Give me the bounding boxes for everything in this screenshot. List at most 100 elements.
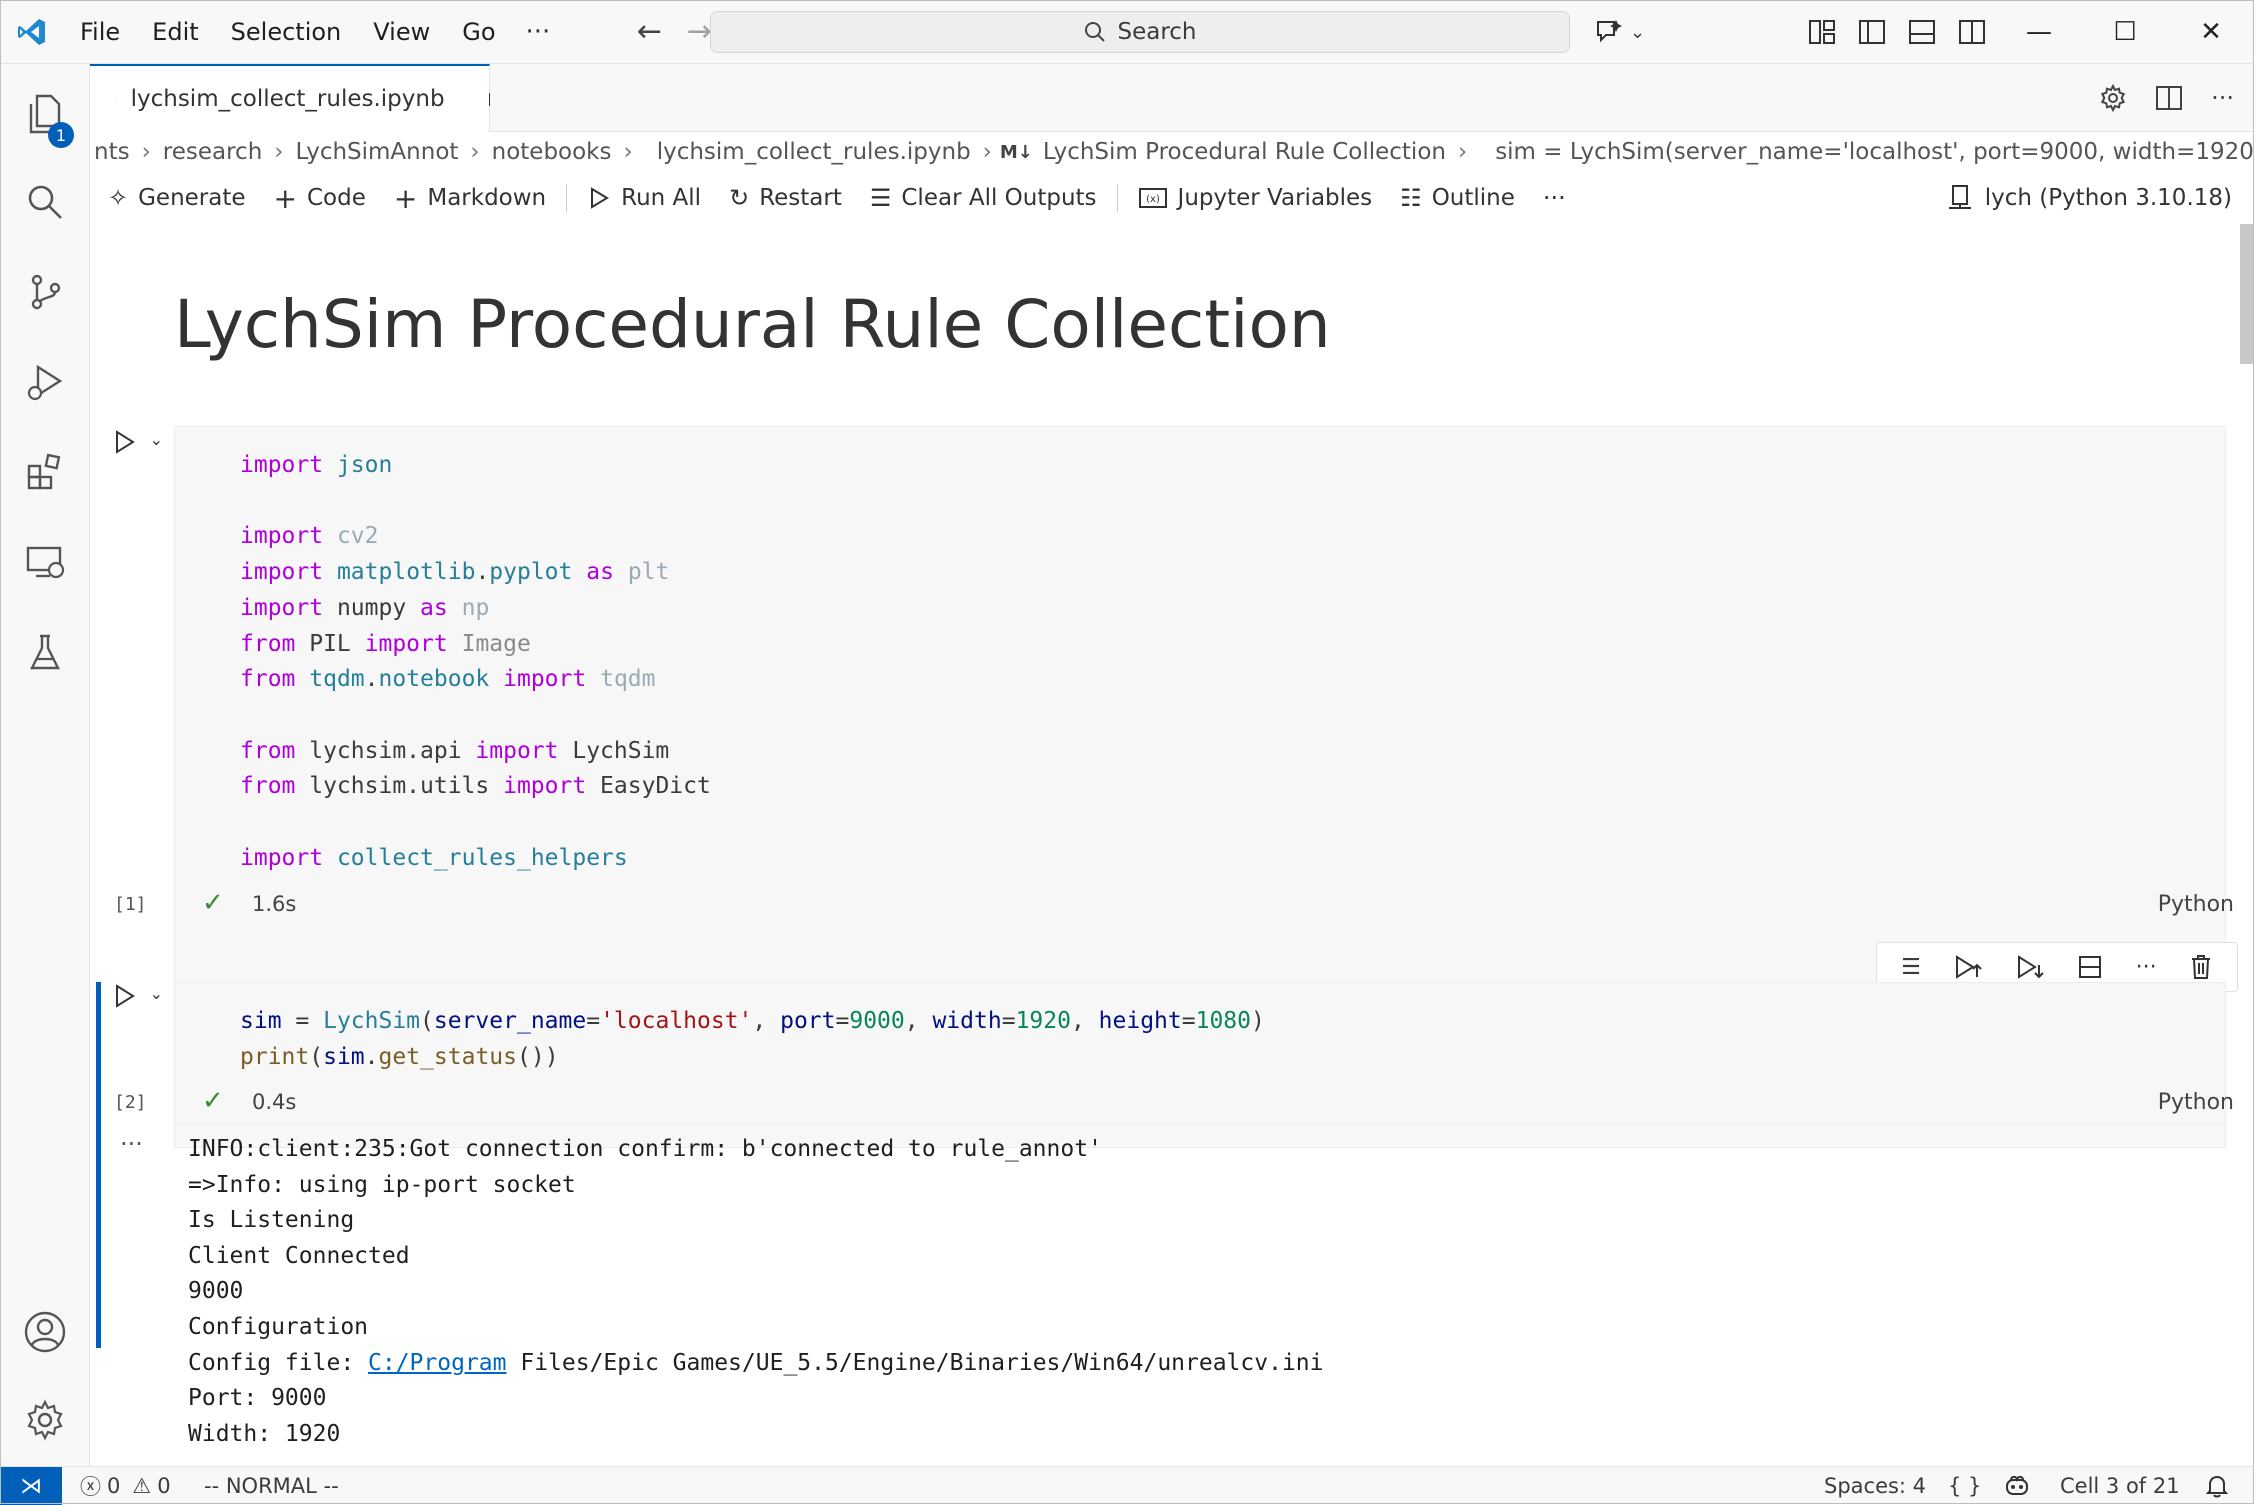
markdown-heading: LychSim Procedural Rule Collection (174, 286, 1331, 363)
config-file-link[interactable]: C:/Program (368, 1350, 506, 1376)
manage-gear-icon[interactable] (0, 1380, 90, 1460)
accounts-icon[interactable] (0, 1292, 90, 1372)
cell-1-source[interactable]: import json import cv2 import matplotlib… (240, 448, 711, 876)
output-line: 9000 (188, 1278, 243, 1304)
success-check-icon: ✓ (202, 1086, 224, 1116)
run-by-line-icon[interactable]: ☰ (1901, 955, 1921, 980)
cell-more-icon[interactable]: ··· (2136, 955, 2157, 980)
add-code-cell-button[interactable]: + Code (260, 182, 380, 215)
run-cell-button[interactable]: ⌄ (114, 430, 163, 460)
menu-file[interactable]: File (64, 0, 136, 64)
delete-cell-icon[interactable] (2189, 953, 2213, 981)
breadcrumb: nts › research › LychSimAnnot › notebook… (90, 132, 2254, 172)
search-view-icon[interactable] (0, 162, 90, 242)
chevron-down-icon[interactable]: ⌄ (150, 984, 163, 1003)
maximize-icon[interactable]: ☐ (2082, 0, 2168, 64)
menu-more-icon[interactable]: ··· (512, 17, 565, 47)
problems-status[interactable]: ⓧ 0 ⚠ 0 (80, 1467, 171, 1505)
split-cell-icon[interactable] (2077, 954, 2103, 980)
play-icon (114, 430, 136, 454)
notifications-bell-icon[interactable] (2206, 1467, 2228, 1505)
cell-language[interactable]: Python (2158, 892, 2234, 917)
breadcrumb-item[interactable]: LychSimAnnot (292, 139, 463, 165)
copilot-status-icon[interactable] (2004, 1467, 2030, 1505)
svg-text:(x): (x) (1146, 194, 1160, 205)
chevron-right-icon: › (462, 139, 487, 165)
chevron-down-icon[interactable]: ⌄ (150, 430, 163, 449)
language-braces[interactable]: { } (1948, 1467, 1981, 1505)
menu-go[interactable]: Go (446, 0, 511, 64)
generate-button[interactable]: ✧ Generate (90, 184, 260, 212)
cell-position[interactable]: Cell 3 of 21 (2060, 1467, 2180, 1505)
chevron-right-icon: › (616, 139, 641, 165)
explorer-icon[interactable]: 1 (0, 74, 90, 154)
add-markdown-cell-button[interactable]: + Markdown (380, 182, 560, 215)
warning-count: 0 (157, 1474, 170, 1498)
run-cell-button[interactable]: ⌄ (114, 984, 163, 1014)
jupyter-variables-button[interactable]: (x) Jupyter Variables (1124, 185, 1387, 211)
extensions-icon[interactable] (0, 432, 90, 512)
vertical-scrollbar[interactable] (2240, 224, 2254, 364)
variables-icon: (x) (1138, 186, 1168, 210)
menu-edit[interactable]: Edit (136, 0, 214, 64)
cell-2-source[interactable]: sim = LychSim(server_name='localhost', p… (240, 1004, 1265, 1075)
execute-below-icon[interactable] (2015, 953, 2045, 981)
generate-label: Generate (138, 185, 245, 211)
markdown-icon: M↓ (1000, 142, 1033, 163)
testing-flask-icon[interactable] (0, 612, 90, 692)
close-icon[interactable]: ✕ (2168, 0, 2254, 64)
output-line: Client Connected (188, 1243, 410, 1269)
toolbar-more-icon[interactable]: ··· (1529, 184, 1580, 212)
remote-explorer-icon[interactable] (0, 522, 90, 602)
menu-selection[interactable]: Selection (215, 0, 358, 64)
sparkle-icon: ✧ (108, 184, 128, 212)
run-all-button[interactable]: Run All (573, 185, 715, 211)
config-prefix: Config file: (188, 1350, 368, 1376)
success-check-icon: ✓ (202, 888, 224, 918)
minimize-icon[interactable]: — (1996, 0, 2082, 64)
cell-language[interactable]: Python (2158, 1090, 2234, 1115)
toggle-panel-icon[interactable] (1908, 19, 1936, 45)
breadcrumb-item[interactable]: sim = LychSim(server_name='localhost', p… (1491, 139, 2254, 165)
menu-view[interactable]: View (357, 0, 446, 64)
variables-label: Jupyter Variables (1178, 185, 1373, 211)
breadcrumb-item[interactable]: nts (90, 139, 134, 165)
output-actions-icon[interactable]: ··· (120, 1130, 143, 1158)
command-center-search[interactable]: Search (710, 11, 1570, 53)
indentation-status[interactable]: Spaces: 4 (1824, 1467, 1926, 1505)
toggle-primary-sidebar-icon[interactable] (1858, 19, 1886, 45)
execution-count: [1] (114, 894, 147, 915)
outline-label: Outline (1432, 185, 1515, 211)
error-icon: ⓧ (80, 1471, 101, 1501)
markdown-label: Markdown (427, 185, 546, 211)
source-control-icon[interactable] (0, 252, 90, 332)
search-label: Search (1117, 19, 1196, 45)
more-actions-icon[interactable]: ··· (2211, 84, 2234, 112)
toolbar-divider (566, 184, 567, 212)
customize-layout-icon[interactable] (1808, 19, 1836, 45)
run-and-debug-icon[interactable] (0, 342, 90, 422)
kernel-picker[interactable]: lych (Python 3.10.18) (1947, 172, 2232, 224)
back-arrow-icon[interactable]: ← (624, 14, 674, 49)
breadcrumb-item[interactable]: LychSim Procedural Rule Collection (1039, 139, 1450, 165)
breadcrumb-item[interactable]: notebooks (488, 139, 616, 165)
title-bar: File Edit Selection View Go ··· ← → Sear… (0, 0, 2254, 64)
restart-kernel-button[interactable]: ↻ Restart (715, 184, 856, 212)
clear-outputs-icon: ☰ (870, 184, 892, 212)
clear-all-outputs-button[interactable]: ☰ Clear All Outputs (856, 184, 1111, 212)
outline-button[interactable]: ☷ Outline (1386, 184, 1529, 212)
toggle-secondary-sidebar-icon[interactable] (1958, 19, 1986, 45)
vim-mode: -- NORMAL -- (204, 1467, 339, 1505)
notebook-settings-gear-icon[interactable] (2099, 84, 2127, 112)
notebook-editor: LychSim Procedural Rule Collection ⌄ imp… (90, 224, 2254, 1466)
remote-indicator-icon[interactable]: ⋊ (0, 1467, 62, 1505)
output-line: Configuration (188, 1314, 368, 1340)
split-editor-icon[interactable] (2155, 85, 2183, 111)
execute-above-icon[interactable] (1953, 953, 1983, 981)
breadcrumb-item[interactable]: research (159, 139, 267, 165)
tab-notebook[interactable]: lychsim_collect_rules.ipynb (90, 64, 490, 132)
activity-bar: 1 (0, 64, 90, 1466)
execution-duration: 1.6s (252, 892, 296, 916)
copilot-menu[interactable]: ⌄ (1594, 0, 1645, 64)
breadcrumb-item[interactable]: lychsim_collect_rules.ipynb (653, 139, 975, 165)
